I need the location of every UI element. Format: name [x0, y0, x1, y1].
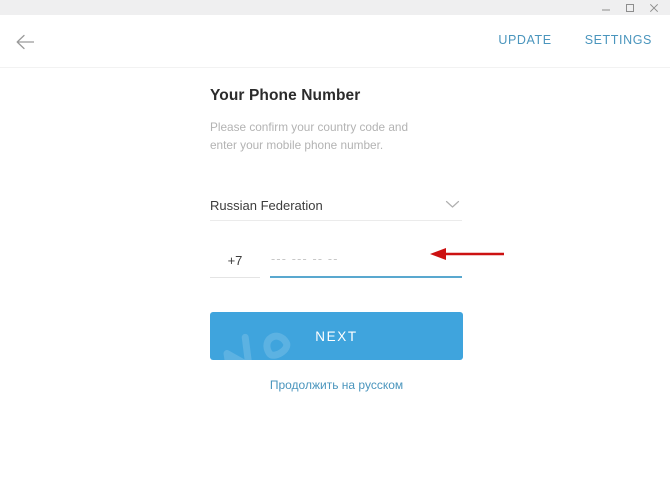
country-code-value: +7 [227, 252, 243, 268]
next-button-label: NEXT [315, 328, 358, 344]
chevron-down-icon [445, 196, 460, 214]
close-icon[interactable] [649, 3, 659, 13]
country-select-value: Russian Federation [210, 197, 323, 213]
field-spacer [260, 246, 270, 278]
back-arrow-icon[interactable] [12, 29, 40, 55]
page-title: Your Phone Number [210, 87, 361, 104]
phone-number-placeholder: --- --- -- -- [271, 251, 339, 266]
maximize-icon[interactable] [625, 3, 635, 13]
next-button[interactable]: NEXT [210, 312, 463, 360]
settings-button[interactable]: SETTINGS [585, 33, 652, 47]
app-header: UPDATE SETTINGS [0, 15, 670, 68]
window-titlebar [0, 0, 670, 15]
country-select[interactable]: Russian Federation [210, 190, 462, 221]
continue-in-russian-link[interactable]: Продолжить на русском [210, 378, 463, 392]
minimize-icon[interactable] [601, 3, 611, 13]
update-button[interactable]: UPDATE [498, 33, 551, 47]
phone-number-row: +7 --- --- -- -- [210, 246, 462, 278]
phone-number-input[interactable]: --- --- -- -- [270, 244, 462, 278]
country-code-input[interactable]: +7 [210, 245, 260, 278]
window-controls [601, 3, 670, 13]
header-actions: UPDATE SETTINGS [498, 33, 652, 47]
page-subtitle: Please confirm your country code and ent… [210, 120, 409, 152]
phone-signin-form: Your Phone Number Please confirm your co… [210, 86, 463, 392]
header-divider [0, 67, 670, 68]
